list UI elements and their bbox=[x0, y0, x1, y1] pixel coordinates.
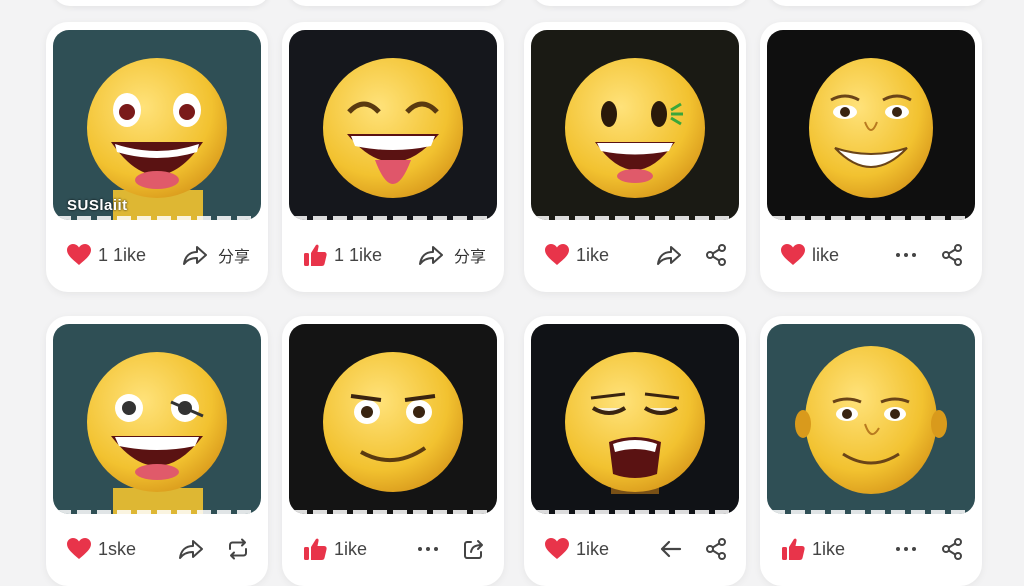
emoji-card[interactable]: 1ike bbox=[760, 316, 982, 586]
like-label: 1ike bbox=[812, 538, 846, 559]
share-arrow-icon[interactable] bbox=[418, 244, 444, 266]
emoji-thumbnail[interactable] bbox=[53, 324, 261, 514]
emoji-card[interactable]: 1ike bbox=[524, 22, 746, 292]
thumbnail-text-strip bbox=[293, 510, 493, 514]
thumbnail-text-strip bbox=[57, 510, 257, 514]
share-nodes-icon[interactable] bbox=[940, 243, 964, 267]
like-label: like bbox=[812, 244, 840, 265]
like-label: 1ike bbox=[576, 244, 610, 265]
share-arrow-icon[interactable] bbox=[656, 244, 682, 266]
share-actions: 分享 bbox=[182, 243, 250, 267]
card-top-stub-1 bbox=[52, 0, 270, 6]
thumbnail-text-strip bbox=[57, 216, 257, 220]
card-actions: 1ske bbox=[66, 534, 250, 564]
emoji-thumbnail[interactable] bbox=[767, 324, 975, 514]
repost-icon[interactable] bbox=[226, 537, 250, 561]
thumbs-up-icon[interactable] bbox=[302, 242, 328, 268]
like-label: 1 1ike bbox=[98, 244, 147, 265]
card-actions: 1ike bbox=[544, 534, 728, 564]
like-button[interactable]: 1 1ike bbox=[302, 242, 382, 268]
emoji-thumbnail[interactable] bbox=[531, 324, 739, 514]
card-top-stub-2 bbox=[288, 0, 506, 6]
emoji-thumbnail[interactable] bbox=[289, 30, 497, 220]
card-actions: 1 1ike 分享 bbox=[302, 240, 486, 270]
emoji-card[interactable]: 1 1ike 分享 bbox=[282, 22, 504, 292]
thumbnail-text-strip bbox=[771, 510, 971, 514]
like-button[interactable]: 1ske bbox=[66, 537, 136, 561]
heart-icon[interactable] bbox=[780, 243, 806, 267]
thumbnail-text-strip bbox=[771, 216, 971, 220]
emoji-thumbnail[interactable] bbox=[531, 30, 739, 220]
share-label[interactable]: 分享 bbox=[454, 243, 486, 267]
thumbs-up-icon[interactable] bbox=[780, 536, 806, 562]
share-actions bbox=[894, 537, 964, 561]
share-actions bbox=[416, 537, 486, 561]
thumbnail-caption: SUSlaiit bbox=[67, 197, 128, 214]
emoji-card[interactable]: 1ike bbox=[524, 316, 746, 586]
like-button[interactable]: 1ike bbox=[302, 536, 367, 562]
share-actions bbox=[656, 243, 728, 267]
more-dots-icon[interactable] bbox=[416, 545, 440, 553]
thumbnail-text-strip bbox=[535, 216, 735, 220]
thumbnail-text-strip bbox=[535, 510, 735, 514]
emoji-card[interactable]: like bbox=[760, 22, 982, 292]
card-actions: 1ike bbox=[302, 534, 486, 564]
heart-icon[interactable] bbox=[66, 537, 92, 561]
card-top-stub-4 bbox=[768, 0, 986, 6]
share-actions bbox=[178, 537, 250, 561]
share-arrow-icon[interactable] bbox=[182, 244, 208, 266]
like-button[interactable]: like bbox=[780, 243, 839, 267]
back-arrow-icon[interactable] bbox=[658, 539, 682, 559]
like-label: 1ike bbox=[334, 538, 368, 559]
heart-icon[interactable] bbox=[544, 243, 570, 267]
emoji-card[interactable]: SUSlaiit 1 1ike 分享 bbox=[46, 22, 268, 292]
card-actions: like bbox=[780, 240, 964, 270]
card-actions: 1ike bbox=[780, 534, 964, 564]
card-actions: 1 1ike 分享 bbox=[66, 240, 250, 270]
share-nodes-icon[interactable] bbox=[940, 537, 964, 561]
emoji-thumbnail[interactable] bbox=[289, 324, 497, 514]
emoji-card[interactable]: 1ske bbox=[46, 316, 268, 586]
thumbs-up-icon[interactable] bbox=[302, 536, 328, 562]
share-actions bbox=[894, 243, 964, 267]
share-nodes-icon[interactable] bbox=[704, 537, 728, 561]
emoji-thumbnail[interactable]: SUSlaiit bbox=[53, 30, 261, 220]
like-label: 1 1ike bbox=[334, 244, 383, 265]
card-actions: 1ike bbox=[544, 240, 728, 270]
like-button[interactable]: 1ike bbox=[544, 537, 609, 561]
like-label: 1ske bbox=[98, 538, 137, 559]
export-icon[interactable] bbox=[462, 537, 486, 561]
more-dots-icon[interactable] bbox=[894, 545, 918, 553]
share-actions bbox=[658, 537, 728, 561]
share-actions: 分享 bbox=[418, 243, 486, 267]
like-button[interactable]: 1 1ike bbox=[66, 243, 146, 267]
like-label: 1ike bbox=[576, 538, 610, 559]
more-dots-icon[interactable] bbox=[894, 251, 918, 259]
thumbnail-text-strip bbox=[293, 216, 493, 220]
like-button[interactable]: 1ike bbox=[544, 243, 609, 267]
emoji-card[interactable]: 1ike bbox=[282, 316, 504, 586]
share-label[interactable]: 分享 bbox=[218, 243, 250, 267]
share-nodes-icon[interactable] bbox=[704, 243, 728, 267]
heart-icon[interactable] bbox=[66, 243, 92, 267]
card-top-stub-3 bbox=[532, 0, 750, 6]
like-button[interactable]: 1ike bbox=[780, 536, 845, 562]
emoji-thumbnail[interactable] bbox=[767, 30, 975, 220]
heart-icon[interactable] bbox=[544, 537, 570, 561]
share-arrow-icon[interactable] bbox=[178, 538, 204, 560]
